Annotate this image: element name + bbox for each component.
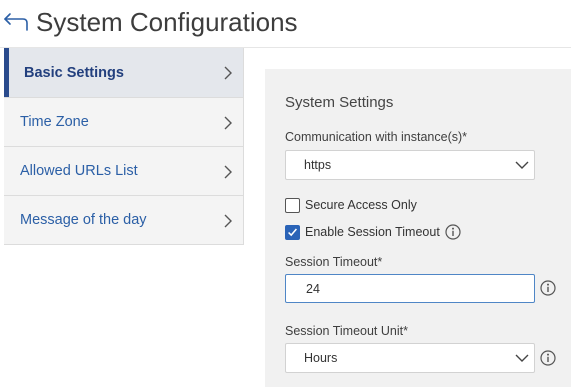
sidebar-item-allowed-urls-list[interactable]: Allowed URLs List bbox=[4, 147, 244, 196]
sidebar-item-time-zone[interactable]: Time Zone bbox=[4, 98, 244, 147]
enable-session-timeout-label: Enable Session Timeout bbox=[305, 225, 440, 239]
chevron-right-icon bbox=[224, 116, 232, 130]
session-timeout-unit-label: Session Timeout Unit* bbox=[285, 324, 408, 338]
settings-sidebar: Basic Settings Time Zone Allowed URLs Li… bbox=[4, 48, 244, 245]
info-icon[interactable] bbox=[540, 350, 556, 366]
info-icon[interactable] bbox=[540, 280, 556, 296]
active-indicator bbox=[4, 48, 9, 97]
communication-label: Communication with instance(s)* bbox=[285, 130, 468, 144]
chevron-right-icon bbox=[224, 214, 232, 228]
sidebar-item-basic-settings[interactable]: Basic Settings bbox=[4, 48, 244, 98]
secure-access-checkbox-row[interactable]: Secure Access Only bbox=[285, 198, 435, 216]
sidebar-item-label: Basic Settings bbox=[24, 65, 124, 81]
sidebar-item-message-of-the-day[interactable]: Message of the day bbox=[4, 196, 244, 245]
session-timeout-label: Session Timeout* bbox=[285, 255, 383, 269]
sidebar-item-label: Message of the day bbox=[20, 212, 147, 228]
page-header: System Configurations bbox=[0, 0, 571, 46]
session-timeout-unit-value: Hours bbox=[304, 351, 338, 365]
chevron-down-icon bbox=[515, 161, 529, 169]
section-title: System Settings bbox=[285, 94, 394, 111]
secure-access-checkbox[interactable] bbox=[285, 198, 300, 213]
enable-session-timeout-checkbox[interactable] bbox=[285, 225, 300, 240]
sidebar-item-label: Time Zone bbox=[20, 114, 89, 130]
chevron-down-icon bbox=[515, 354, 529, 362]
enable-session-timeout-row[interactable]: Enable Session Timeout bbox=[285, 225, 465, 243]
sidebar-item-label: Allowed URLs List bbox=[20, 163, 138, 179]
communication-value: https bbox=[304, 158, 332, 172]
chevron-right-icon bbox=[224, 66, 232, 80]
arrow-left-icon[interactable] bbox=[3, 11, 29, 33]
secure-access-label: Secure Access Only bbox=[305, 198, 417, 212]
chevron-right-icon bbox=[224, 165, 232, 179]
communication-select[interactable]: https bbox=[285, 150, 535, 180]
checkmark-icon bbox=[288, 228, 297, 237]
page-title: System Configurations bbox=[36, 7, 298, 37]
info-icon[interactable] bbox=[445, 224, 461, 240]
session-timeout-input[interactable] bbox=[285, 274, 535, 303]
system-settings-panel: System Settings Communication with insta… bbox=[265, 69, 571, 387]
session-timeout-unit-select[interactable]: Hours bbox=[285, 343, 535, 373]
